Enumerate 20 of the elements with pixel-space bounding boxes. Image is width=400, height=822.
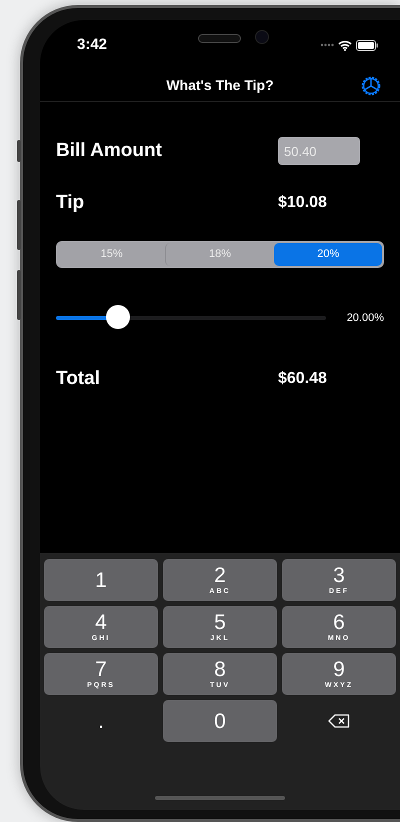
camera-lens <box>255 30 269 44</box>
tip-amount: $10.08 <box>278 193 328 213</box>
status-time: 3:42 <box>77 34 108 55</box>
bill-amount-label: Bill Amount <box>56 138 162 163</box>
speaker-grille <box>198 34 241 43</box>
keypad-key[interactable]: 0 <box>163 700 277 742</box>
battery-icon <box>356 40 378 50</box>
backspace-icon <box>328 714 350 728</box>
keypad-key[interactable]: 1 <box>44 559 158 601</box>
total-amount: $60.48 <box>278 369 328 389</box>
keypad-key[interactable]: . <box>44 700 158 742</box>
tip-option-tab[interactable]: 20% <box>274 243 382 266</box>
nav-title: What's The Tip? <box>166 76 274 95</box>
slider-thumb[interactable] <box>106 305 130 329</box>
tip-percent-reading: 20.00% <box>346 310 384 326</box>
tip-label: Tip <box>56 190 84 215</box>
wifi-icon <box>338 40 352 50</box>
total-label: Total <box>56 366 100 391</box>
signal-icon <box>320 43 334 47</box>
settings-icon[interactable] <box>360 75 382 97</box>
